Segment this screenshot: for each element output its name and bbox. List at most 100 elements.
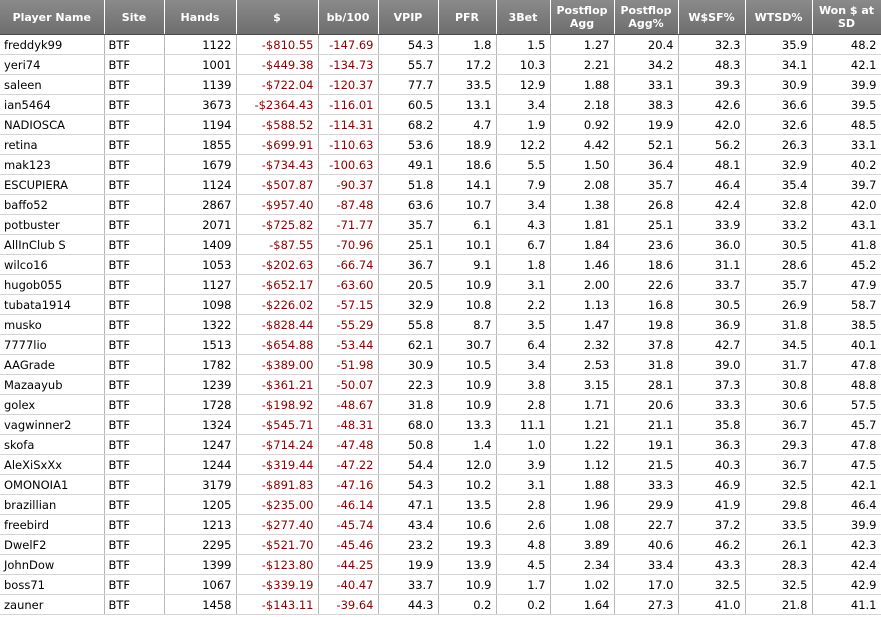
postflop-agg-pct-cell: 22.6 xyxy=(614,274,679,295)
pfr-cell: 10.9 xyxy=(438,274,497,295)
table-row[interactable]: yeri74 BTF 1001 -$449.38 -134.73 55.7 17.2 10.3… xyxy=(0,54,881,75)
table-row[interactable]: ESCUPIERA BTF 1124 -$507.87 -90.37 51.8 14.1 7.… xyxy=(0,174,881,195)
col-3bet[interactable]: 3Bet xyxy=(496,0,551,35)
table-row[interactable]: boss71 BTF 1067 -$339.19 -40.47 33.7 10.9 1.7 1.… xyxy=(0,574,881,595)
table-row[interactable]: ian5464 BTF 3673 -$2364.43 -116.01 60.5 13.1 3.… xyxy=(0,94,881,115)
col-bb-per-100[interactable]: bb/100 xyxy=(318,0,379,35)
pfr-cell: 4.7 xyxy=(438,114,497,135)
wsf-cell: 46.2 xyxy=(678,534,746,555)
col-postflop-agg-pct[interactable]: Postflop Agg% xyxy=(614,0,679,35)
site-cell: BTF xyxy=(104,154,165,175)
bb100-cell: -87.48 xyxy=(318,194,379,215)
won-sd-cell: 42.1 xyxy=(812,474,881,495)
winnings-cell: -$588.52 xyxy=(236,114,319,135)
player-name-cell: Mazaayub xyxy=(0,374,105,395)
table-row[interactable]: OMONOIA1 BTF 3179 -$891.83 -47.16 54.3 10.2 3.1… xyxy=(0,474,881,495)
table-row[interactable]: brazillian BTF 1205 -$235.00 -46.14 47.1 13.5 2… xyxy=(0,494,881,515)
table-row[interactable]: freddyk99 BTF 1122 -$810.55 -147.69 54.3 1.8 1.… xyxy=(0,34,881,55)
table-row[interactable]: vagwinner2 BTF 1324 -$545.71 -48.31 68.0 13.3 1… xyxy=(0,414,881,435)
wsf-cell: 33.9 xyxy=(678,214,746,235)
hands-cell: 1194 xyxy=(164,114,237,135)
won-sd-cell: 42.9 xyxy=(812,574,881,595)
table-row[interactable]: AleXiSxXx BTF 1244 -$319.44 -47.22 54.4 12.0 3.… xyxy=(0,454,881,475)
table-row[interactable]: 7777lio BTF 1513 -$654.88 -53.44 62.1 30.7 6.4 2… xyxy=(0,334,881,355)
player-name-cell: NADIOSCA xyxy=(0,114,105,135)
won-sd-cell: 41.8 xyxy=(812,234,881,255)
table-row[interactable]: potbuster BTF 2071 -$725.82 -71.77 35.7 6.1 4.3… xyxy=(0,214,881,235)
3bet-cell: 11.1 xyxy=(496,414,551,435)
postflop-agg-cell: 1.81 xyxy=(550,214,615,235)
col-site[interactable]: Site xyxy=(104,0,165,35)
player-name-cell: vagwinner2 xyxy=(0,414,105,435)
player-name-cell: AllInClub S xyxy=(0,234,105,255)
col-wsf[interactable]: W$SF% xyxy=(678,0,746,35)
site-cell: BTF xyxy=(104,354,165,375)
vpip-cell: 19.9 xyxy=(378,554,439,575)
table-row[interactable]: tubata1914 BTF 1098 -$226.02 -57.15 32.9 10.8 2… xyxy=(0,294,881,315)
wtsd-cell: 26.9 xyxy=(745,294,813,315)
table-row[interactable]: skofa BTF 1247 -$714.24 -47.48 50.8 1.4 1.0 1.22… xyxy=(0,434,881,455)
site-cell: BTF xyxy=(104,114,165,135)
bb100-cell: -70.96 xyxy=(318,234,379,255)
site-cell: BTF xyxy=(104,174,165,195)
col-postflop-agg[interactable]: Postflop Agg xyxy=(550,0,615,35)
col-hands[interactable]: Hands xyxy=(164,0,237,35)
won-sd-cell: 42.4 xyxy=(812,554,881,575)
postflop-agg-pct-cell: 19.9 xyxy=(614,114,679,135)
col-player-name[interactable]: Player Name xyxy=(0,0,105,35)
table-row[interactable]: AllInClub S BTF 1409 -$87.55 -70.96 25.1 10.1 6… xyxy=(0,234,881,255)
winnings-cell: -$725.82 xyxy=(236,214,319,235)
wsf-cell: 46.4 xyxy=(678,174,746,195)
table-row[interactable]: AAGrade BTF 1782 -$389.00 -51.98 30.9 10.5 3.4 2… xyxy=(0,354,881,375)
col-wtsd[interactable]: WTSD% xyxy=(745,0,813,35)
3bet-cell: 10.3 xyxy=(496,54,551,75)
3bet-cell: 0.2 xyxy=(496,594,551,615)
won-sd-cell: 47.9 xyxy=(812,274,881,295)
3bet-cell: 2.6 xyxy=(496,514,551,535)
winnings-cell: -$810.55 xyxy=(236,34,319,55)
player-name-cell: tubata1914 xyxy=(0,294,105,315)
wtsd-cell: 36.7 xyxy=(745,454,813,475)
postflop-agg-cell: 1.22 xyxy=(550,434,615,455)
pfr-cell: 10.8 xyxy=(438,294,497,315)
table-row[interactable]: hugob055 BTF 1127 -$652.17 -63.60 20.5 10.9 3.1… xyxy=(0,274,881,295)
wsf-cell: 33.7 xyxy=(678,274,746,295)
site-cell: BTF xyxy=(104,594,165,615)
postflop-agg-cell: 1.47 xyxy=(550,314,615,335)
table-row[interactable]: zauner BTF 1458 -$143.11 -39.64 44.3 0.2 0.2 1.6… xyxy=(0,594,881,615)
wtsd-cell: 35.7 xyxy=(745,274,813,295)
bb100-cell: -40.47 xyxy=(318,574,379,595)
3bet-cell: 12.2 xyxy=(496,134,551,155)
3bet-cell: 3.1 xyxy=(496,474,551,495)
table-row[interactable]: freebird BTF 1213 -$277.40 -45.74 43.4 10.6 2.6… xyxy=(0,514,881,535)
table-row[interactable]: golex BTF 1728 -$198.92 -48.67 31.8 10.9 2.8 1.7… xyxy=(0,394,881,415)
wsf-cell: 32.5 xyxy=(678,574,746,595)
col-pfr[interactable]: PFR xyxy=(438,0,497,35)
table-row[interactable]: JohnDow BTF 1399 -$123.80 -44.25 19.9 13.9 4.5 2… xyxy=(0,554,881,575)
winnings-cell: -$891.83 xyxy=(236,474,319,495)
vpip-cell: 25.1 xyxy=(378,234,439,255)
wsf-cell: 30.5 xyxy=(678,294,746,315)
table-row[interactable]: mak123 BTF 1679 -$734.43 -100.63 49.1 18.6 5.5 1… xyxy=(0,154,881,175)
3bet-cell: 4.5 xyxy=(496,554,551,575)
table-row[interactable]: wilco16 BTF 1053 -$202.63 -66.74 36.7 9.1 1.8 1.… xyxy=(0,254,881,275)
pfr-cell: 1.8 xyxy=(438,34,497,55)
table-row[interactable]: retina BTF 1855 -$699.91 -110.63 53.6 18.9 12.2… xyxy=(0,134,881,155)
vpip-cell: 77.7 xyxy=(378,74,439,95)
postflop-agg-pct-cell: 25.1 xyxy=(614,214,679,235)
col-winnings[interactable]: $ xyxy=(236,0,319,35)
pfr-cell: 10.9 xyxy=(438,574,497,595)
bb100-cell: -48.31 xyxy=(318,414,379,435)
table-row[interactable]: saleen BTF 1139 -$722.04 -120.37 77.7 33.5 12.9… xyxy=(0,74,881,95)
col-won-at-sd[interactable]: Won $ at SD xyxy=(812,0,881,35)
table-row[interactable]: Mazaayub BTF 1239 -$361.21 -50.07 22.3 10.9 3.8… xyxy=(0,374,881,395)
postflop-agg-pct-cell: 19.1 xyxy=(614,434,679,455)
table-row[interactable]: musko BTF 1322 -$828.44 -55.29 55.8 8.7 3.5 1.47… xyxy=(0,314,881,335)
table-row[interactable]: DwelF2 BTF 2295 -$521.70 -45.46 23.2 19.3 4.8 3.… xyxy=(0,534,881,555)
table-row[interactable]: baffo52 BTF 2867 -$957.40 -87.48 63.6 10.7 3.4 1… xyxy=(0,194,881,215)
table-row[interactable]: NADIOSCA BTF 1194 -$588.52 -114.31 68.2 4.7 1.9… xyxy=(0,114,881,135)
col-vpip[interactable]: VPIP xyxy=(378,0,439,35)
bb100-cell: -147.69 xyxy=(318,34,379,55)
3bet-cell: 12.9 xyxy=(496,74,551,95)
wsf-cell: 40.3 xyxy=(678,454,746,475)
